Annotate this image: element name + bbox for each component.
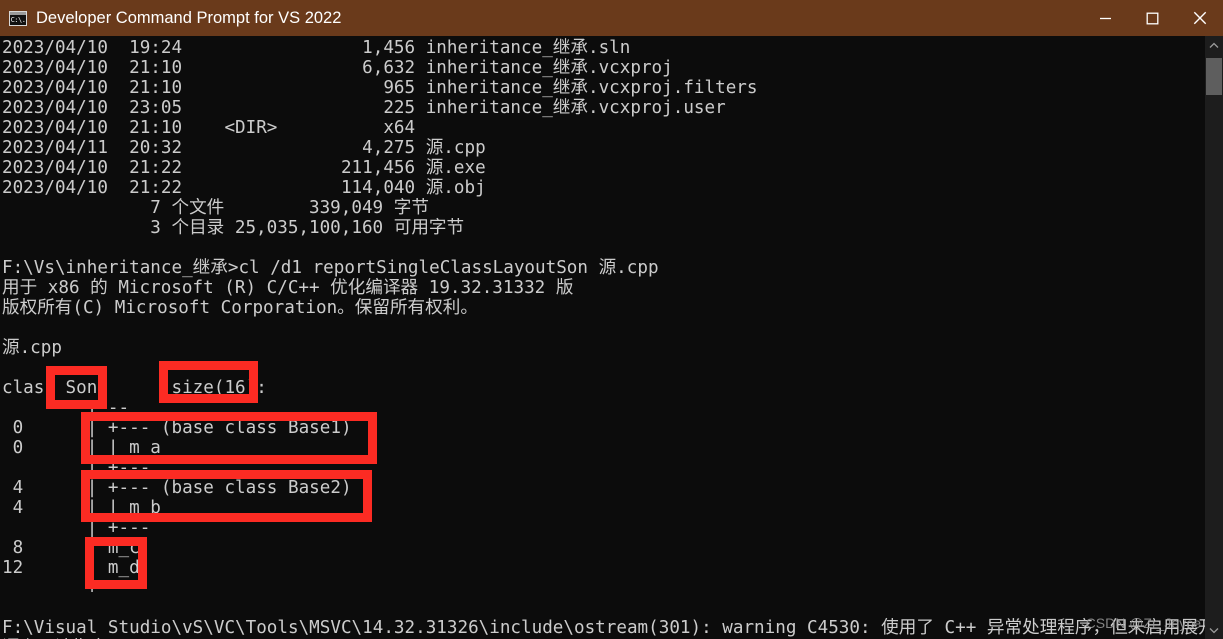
- maximize-button[interactable]: [1129, 0, 1176, 36]
- command-prompt-window: C:\. Developer Command Prompt for VS 202…: [0, 0, 1223, 639]
- console-text: 2023/04/10 19:24 1,456 inheritance_继承.sl…: [2, 38, 1205, 639]
- window-controls: [1082, 0, 1223, 36]
- vertical-scrollbar[interactable]: [1205, 36, 1223, 639]
- scroll-up-arrow-icon[interactable]: [1205, 36, 1223, 54]
- watermark: CSDN @Zr_Joyce: [1085, 615, 1201, 631]
- window-title: Developer Command Prompt for VS 2022: [36, 9, 342, 27]
- console-output-area[interactable]: 2023/04/10 19:24 1,456 inheritance_继承.sl…: [0, 36, 1205, 639]
- scroll-down-arrow-icon[interactable]: [1205, 621, 1223, 639]
- window-titlebar[interactable]: C:\. Developer Command Prompt for VS 202…: [0, 0, 1223, 36]
- command-prompt-icon-glyph: C:\.: [10, 14, 26, 25]
- scrollbar-thumb[interactable]: [1206, 58, 1222, 95]
- command-prompt-icon: C:\.: [9, 10, 27, 26]
- minimize-button[interactable]: [1082, 0, 1129, 36]
- close-button[interactable]: [1176, 0, 1223, 36]
- titlebar-left-group: C:\. Developer Command Prompt for VS 202…: [0, 0, 1082, 36]
